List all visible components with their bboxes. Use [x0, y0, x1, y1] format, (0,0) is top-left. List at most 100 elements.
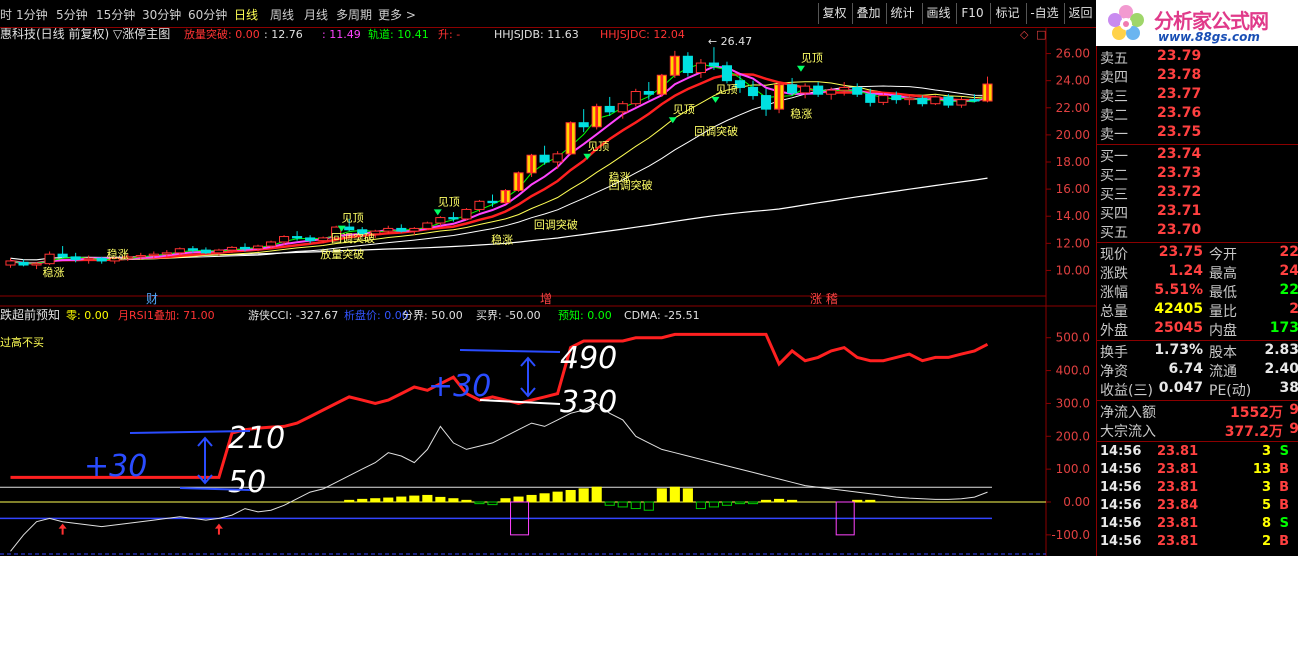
logo-url: www.88gs.com [1158, 30, 1260, 44]
fund-value-1: 6.74 [1168, 361, 1203, 377]
period-2[interactable]: 5分钟 [56, 6, 88, 23]
candle [643, 82, 654, 100]
fund-value-2: 38 [1279, 380, 1298, 396]
tick-time: 14:56 [1100, 480, 1142, 495]
flow-value: 377.2万 [1224, 424, 1283, 440]
candle-body [630, 91, 641, 105]
sub-legend-item: 分界: 50.00 [402, 309, 463, 322]
flow-label: 大宗流入 [1100, 424, 1156, 440]
sub-tick-label: 300.0 [1056, 396, 1090, 410]
candle [669, 50, 680, 78]
sub-bar [552, 491, 563, 503]
candle-body [279, 236, 290, 243]
candle-core [530, 155, 533, 173]
handwriting-text: +30 [428, 369, 491, 404]
toolbar-button-5[interactable]: 标记 [990, 3, 1024, 24]
period-7[interactable]: 周线 [270, 6, 294, 23]
toolbar-button-7[interactable]: 返回 [1064, 3, 1096, 24]
period-8[interactable]: 月线 [304, 6, 328, 23]
period-3[interactable]: 15分钟 [96, 6, 135, 23]
stat-value-2: 22 [1279, 282, 1298, 298]
toolbar-button-6[interactable]: -自选 [1026, 3, 1062, 24]
candle-body [956, 99, 967, 106]
period-6[interactable]: 日线 [234, 6, 258, 23]
sub-bar [565, 490, 576, 503]
sub-bar [695, 501, 706, 510]
fund-value-1: 0.047 [1158, 380, 1203, 396]
quote-panel: 卖五 23.79 卖四 23.78 卖三 23.77 卖二 23.76 卖一 23.75 买一 23.… [1096, 46, 1298, 556]
high-price-label: ← 26.47 [708, 35, 752, 48]
candle [200, 247, 211, 255]
fund-label-1: 换手 [1100, 345, 1128, 361]
bid-label: 买三 [1100, 187, 1128, 203]
period-5[interactable]: 60分钟 [188, 6, 227, 23]
candle [44, 251, 55, 266]
sub-axis: 500.0 400.0 300.0 200.0 100.0 0.00 -100.0 [1046, 331, 1090, 542]
stat-value-2: 24 [1279, 263, 1298, 279]
candle [591, 103, 602, 130]
candle-body [83, 257, 94, 261]
toolbar-button-0[interactable]: 复权 [818, 3, 850, 24]
sub-bar [865, 499, 876, 503]
stat-value-1: 25045 [1154, 320, 1203, 336]
tick-price: 23.81 [1157, 480, 1199, 495]
candle-body [265, 241, 277, 247]
bid-row-4: 买五 23.70 [1097, 222, 1298, 241]
candle [422, 221, 433, 230]
candle-body [383, 227, 394, 232]
stat-row-4: 外盘 25045 内盘 173 [1097, 320, 1298, 339]
fund-row-0: 换手 1.73% 股本 2.83 [1097, 342, 1298, 361]
stat-label-1: 现价 [1100, 247, 1128, 263]
period-0[interactable]: 时 [0, 6, 12, 23]
sub-tick-label: 100.0 [1056, 462, 1090, 476]
double-arrow-icon [520, 356, 536, 398]
ask-row-3: 卖二 23.76 [1097, 105, 1298, 124]
candle-body [18, 261, 29, 266]
flow-extra: 9 [1287, 421, 1298, 437]
chart-canvas[interactable]: 26.00 24.00 22.00 20.00 18.00 16.00 14.00 12.00… [0, 26, 1096, 556]
ask-price: 23.75 [1157, 124, 1202, 140]
handwriting-text: 50 [228, 465, 266, 500]
candle [760, 88, 772, 116]
tick-side: S [1279, 444, 1289, 459]
tick-row-5: 14:56 23.81 2 B [1097, 534, 1298, 552]
candle-body [578, 122, 589, 128]
candle-body [70, 256, 81, 261]
sub-bar [721, 501, 733, 506]
site-logo: 分析家公式网 www.88gs.com [1096, 0, 1298, 46]
price-tick-label: 26.00 [1056, 47, 1090, 61]
toolbar-button-4[interactable]: F10 [956, 3, 988, 24]
candle-body [57, 253, 68, 258]
bid-label: 买四 [1100, 206, 1128, 222]
period-4[interactable]: 30分钟 [142, 6, 181, 23]
signal-label: 见顶 [673, 103, 695, 116]
price-tick-label: 14.00 [1056, 209, 1090, 223]
tick-row-0: 14:56 23.81 3 S [1097, 444, 1298, 462]
period-9[interactable]: 多周期 [336, 6, 372, 23]
candle-body [174, 248, 185, 254]
stat-label-2: 今开 [1209, 247, 1237, 263]
fund-label-2: 流通 [1209, 364, 1237, 380]
ask-price: 23.76 [1157, 105, 1202, 121]
toolbar-button-1[interactable]: 叠加 [852, 3, 884, 24]
tick-side: B [1279, 534, 1289, 549]
candle-body [826, 89, 837, 95]
period-1[interactable]: 1分钟 [16, 6, 48, 23]
signal-label: 见顶 [801, 52, 823, 65]
handwriting-text: 330 [560, 385, 617, 420]
ask-label: 卖三 [1100, 89, 1128, 105]
candle-body [461, 208, 472, 220]
toolbar-button-2[interactable]: 统计 [886, 3, 918, 24]
candle-body [409, 227, 420, 232]
signal-label: 见顶 [587, 140, 609, 153]
candle [787, 77, 798, 96]
signal-label: 回调突破 [331, 231, 375, 245]
stat-value-1: 42405 [1154, 301, 1203, 317]
price-tick-label: 22.00 [1056, 101, 1090, 115]
chart-area[interactable]: 26.00 24.00 22.00 20.00 18.00 16.00 14.00 12.00… [0, 26, 1096, 556]
toolbar-button-3[interactable]: 画线 [922, 3, 954, 24]
bid-price: 23.71 [1157, 203, 1202, 219]
sub-bar [734, 501, 746, 505]
candle-core [517, 172, 520, 191]
period-10[interactable]: 更多 > [378, 6, 416, 23]
